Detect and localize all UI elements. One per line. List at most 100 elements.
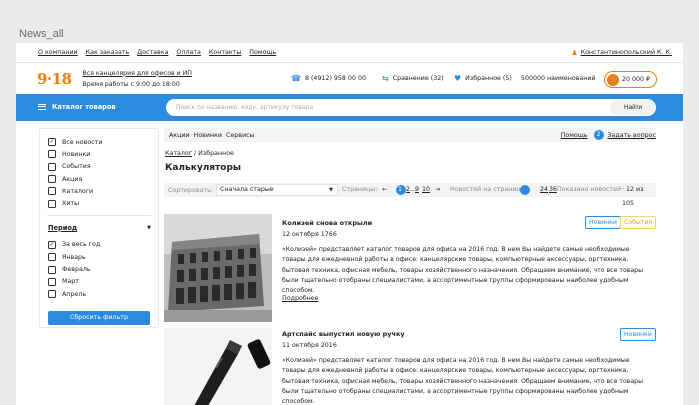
filter-new[interactable]: Новинки <box>40 148 158 160</box>
compare-icon: ⇆ <box>382 73 389 83</box>
ask-question-link[interactable]: Задать вопрос <box>608 132 656 139</box>
read-more-link[interactable]: Подробнее <box>282 295 319 302</box>
breadcrumb-catalog[interactable]: Каталог <box>165 150 192 157</box>
checkbox[interactable] <box>48 290 56 299</box>
news-image-colosseum[interactable] <box>164 214 272 322</box>
search-input[interactable]: Поиск по названию, коду, артикулу товара <box>166 99 656 116</box>
content-tabs: Акции Новинки Сервисы Помощь 2 Задать во… <box>164 128 656 142</box>
period-april[interactable]: Апрель <box>40 288 158 300</box>
phone-number: 8 (4912) 958 00 00 <box>304 75 366 82</box>
checkbox[interactable] <box>48 175 56 184</box>
topnav-contacts[interactable]: Контакты <box>209 49 241 56</box>
filter-events[interactable]: События <box>40 161 158 173</box>
page-label: News_all <box>19 28 64 40</box>
pagination-page-1[interactable]: 1 <box>398 183 402 197</box>
pagination-prev[interactable]: ← <box>382 183 387 197</box>
pagination-next[interactable]: → <box>435 183 440 197</box>
per-page-24[interactable]: 24 <box>540 183 548 197</box>
period-march[interactable]: Март <box>40 276 158 288</box>
tab-services[interactable]: Сервисы <box>226 132 255 139</box>
filter-label: Акция <box>62 175 83 183</box>
catalog-search-bar: Каталог товаров Поиск по названию, коду,… <box>16 94 683 121</box>
tag-new[interactable]: Новинки <box>585 216 621 229</box>
reset-filter-button[interactable]: Сбросить фильтр <box>48 311 150 325</box>
checkbox[interactable] <box>48 199 56 208</box>
breadcrumb: Каталог / Избранное <box>165 150 234 157</box>
filter-all-news[interactable]: ✓ Все новости <box>40 136 158 148</box>
browser-frame: О компании Как заказать Доставка Оплата … <box>16 43 683 405</box>
per-page-current-dot[interactable] <box>520 185 530 195</box>
tab-promotions[interactable]: Акции <box>169 132 190 139</box>
news-image-pen[interactable] <box>164 328 272 405</box>
period-title: Период <box>48 223 78 232</box>
filter-catalogs[interactable]: Каталоги <box>40 185 158 197</box>
top-navigation: О компании Как заказать Доставка Оплата … <box>16 43 683 62</box>
news-date: 11 октября 2016 <box>282 342 337 349</box>
period-january[interactable]: Январь <box>40 251 158 263</box>
question-count-badge: 2 <box>593 130 604 140</box>
topnav-how-to-order[interactable]: Как заказать <box>86 49 130 56</box>
topnav-payment[interactable]: Оплата <box>176 49 200 56</box>
filter-label: Хиты <box>62 200 80 208</box>
period-february[interactable]: Февраль <box>40 263 158 275</box>
cart-total: 20 000 ₽ <box>622 76 651 83</box>
phone[interactable]: ☎ 8 (4912) 958 00 00 <box>291 74 366 82</box>
news-title[interactable]: Артспайс выпустил новую ручку <box>282 330 405 338</box>
filter-promo[interactable]: Акция <box>40 173 158 185</box>
site-logo[interactable]: 9·18 <box>37 70 72 88</box>
favorites-label: Избранное (5) <box>465 75 512 82</box>
shown-label: Показано новостей <box>557 186 622 193</box>
user-account-link[interactable]: ♟ Константинопольский К. К. <box>571 49 672 57</box>
topnav-delivery[interactable]: Доставка <box>137 49 168 56</box>
compare-label: Сравнение (32) <box>392 75 444 82</box>
period-dropdown[interactable]: Период ▼ <box>40 221 158 235</box>
tag-events[interactable]: События <box>620 216 657 229</box>
sort-label: Сортировать: <box>168 186 213 194</box>
colosseum-photo <box>164 214 272 322</box>
checkbox-checked-icon[interactable]: ✓ <box>48 138 56 147</box>
checkbox[interactable] <box>48 187 56 196</box>
list-toolbar: Сортировать: Сначала старые ▼ Страницы: … <box>164 183 656 207</box>
shown-value: · 12 из 105 <box>622 186 644 207</box>
topnav-help[interactable]: Помощь <box>249 49 276 56</box>
compare-link[interactable]: ⇆ Сравнение (32) <box>382 73 444 83</box>
tag-new[interactable]: Новинки <box>620 328 656 341</box>
period-label: Апрель <box>62 290 87 298</box>
filter-label: Каталоги <box>62 187 94 195</box>
pagination-page-9[interactable]: 9 <box>415 183 419 197</box>
user-name: Константинопольский К. К. <box>580 49 672 56</box>
sort-select[interactable]: Сначала старые ▼ <box>216 184 338 196</box>
filter-hits[interactable]: Хиты <box>40 197 158 209</box>
heart-icon: ♥ <box>454 73 462 83</box>
help-link[interactable]: Помощь <box>561 132 588 139</box>
cart-button[interactable]: 🛒 20 000 ₽ <box>604 71 657 88</box>
pen-photo <box>164 328 272 405</box>
per-page-36[interactable]: 36 <box>549 183 557 197</box>
catalog-menu-button[interactable]: Каталог товаров <box>38 103 116 111</box>
news-date: 12 октября 1766 <box>282 231 337 238</box>
items-count: 500000 наименований <box>521 75 596 82</box>
favorites-link[interactable]: ♥ Избранное (5) <box>454 73 512 83</box>
pages-label: Страницы: <box>342 186 378 193</box>
tagline-text[interactable]: Вся канцелярия для офисов и ИП <box>83 68 192 79</box>
breadcrumb-current: Избранное <box>198 150 234 157</box>
period-label: Март <box>62 278 79 286</box>
pagination-page-10[interactable]: 10 <box>422 183 430 197</box>
chevron-down-icon: ▼ <box>329 187 333 193</box>
news-filter-sidebar: ✓ Все новости Новинки События Акция Катал… <box>39 128 159 328</box>
news-text: «Колизей» представляет каталог товаров д… <box>282 246 643 295</box>
period-label: Январь <box>62 253 86 261</box>
checkbox[interactable] <box>48 277 56 286</box>
checkbox[interactable] <box>48 253 56 262</box>
items-count-label: 500000 наименований <box>521 75 596 82</box>
news-title[interactable]: Колизей снова открыли <box>282 219 372 227</box>
search-button[interactable]: Найти <box>610 100 656 115</box>
period-whole-year[interactable]: ✓ За весь год <box>40 239 158 251</box>
checkbox-checked-icon[interactable]: ✓ <box>48 240 56 249</box>
checkbox[interactable] <box>48 150 56 159</box>
checkbox[interactable] <box>48 265 56 274</box>
checkbox[interactable] <box>48 162 56 171</box>
topnav-about[interactable]: О компании <box>38 49 78 56</box>
tab-new[interactable]: Новинки <box>194 132 222 139</box>
cart-icon: 🛒 <box>607 73 619 86</box>
